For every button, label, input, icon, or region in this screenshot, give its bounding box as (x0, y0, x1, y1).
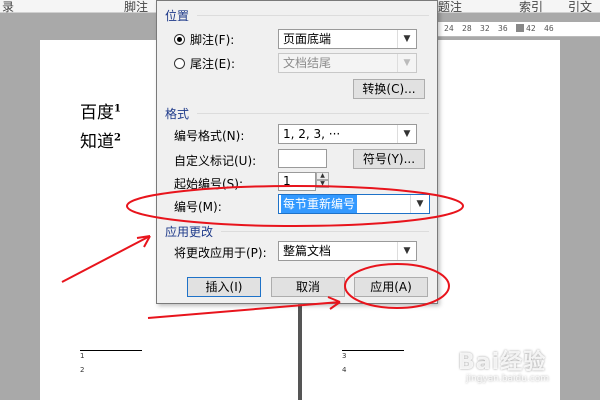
ribbon-tab-citation[interactable]: 引文 (568, 0, 592, 15)
start-at-input[interactable]: 1 (278, 172, 316, 191)
spin-down-arrow-icon[interactable]: ▼ (316, 180, 329, 188)
cancel-button[interactable]: 取消 (271, 277, 345, 297)
horizontal-ruler: 24 28 32 36 42 46 (430, 22, 600, 37)
chevron-down-icon[interactable]: ▼ (397, 125, 416, 143)
page-gap-divider (298, 305, 302, 400)
numbering-select[interactable]: 每节重新编号 ▼ (278, 194, 430, 214)
ruler-tick: 46 (544, 24, 554, 33)
ribbon-tab-partial[interactable]: 录 (2, 0, 14, 15)
endnote-location-value: 文档结尾 (283, 56, 332, 70)
chevron-down-icon[interactable]: ▼ (397, 54, 416, 72)
footnote-separator (342, 350, 404, 351)
numbering-label: 编号(M): (174, 200, 222, 214)
section-divider (197, 15, 429, 16)
footnote-location-value: 页面底端 (283, 32, 332, 46)
footnote-number: 3 (342, 352, 347, 360)
ruler-tick: 28 (462, 24, 472, 33)
custom-mark-input[interactable] (278, 149, 327, 168)
footnote-number: 1 (80, 352, 85, 360)
apply-button[interactable]: 应用(A) (354, 277, 428, 297)
chevron-down-icon[interactable]: ▼ (397, 30, 416, 48)
baidu-jingyan-watermark: Bai经验 jingyan.baidu.com (458, 344, 598, 394)
section-title-apply-changes: 应用更改 (165, 225, 214, 239)
ruler-indent-marker[interactable] (516, 24, 524, 32)
apply-changes-to-label: 将更改应用于(P): (174, 246, 267, 260)
chevron-down-icon[interactable]: ▼ (397, 242, 416, 260)
ruler-tick: 32 (480, 24, 490, 33)
start-at-label: 起始编号(S): (174, 177, 244, 191)
section-divider (221, 231, 429, 232)
footnote-number: 4 (342, 366, 347, 374)
footnote-radio[interactable] (174, 34, 185, 45)
ruler-tick: 24 (444, 24, 454, 33)
endnote-radio[interactable] (174, 58, 185, 69)
section-title-location: 位置 (165, 9, 190, 23)
watermark-url: jingyan.baidu.com (466, 374, 550, 384)
ribbon-tab-footnote[interactable]: 脚注 (124, 0, 148, 15)
insert-button[interactable]: 插入(I) (187, 277, 261, 297)
ruler-tick: 36 (498, 24, 508, 33)
convert-button[interactable]: 转换(C)... (353, 79, 425, 99)
footnote-location-select[interactable]: 页面底端 ▼ (278, 29, 417, 49)
section-divider (197, 113, 429, 114)
document-text: 百度 (80, 103, 114, 123)
number-format-select[interactable]: 1, 2, 3, ··· ▼ (278, 124, 417, 144)
watermark-logo: Bai经验 (458, 350, 547, 375)
document-text: 知道 (80, 132, 114, 152)
symbol-button[interactable]: 符号(Y)... (353, 149, 425, 169)
ribbon-tab-caption[interactable]: 题注 (438, 0, 462, 15)
numbering-value: 每节重新编号 (281, 195, 358, 213)
footnote-number: 2 (80, 366, 85, 374)
document-line-1: 百度1 (80, 98, 121, 123)
number-format-label: 编号格式(N): (174, 129, 245, 143)
ribbon-tab-index[interactable]: 索引 (519, 0, 543, 15)
custom-mark-label: 自定义标记(U): (174, 154, 257, 168)
apply-changes-to-select[interactable]: 整篇文档 ▼ (278, 241, 417, 261)
footnote-reference: 2 (114, 132, 121, 144)
number-format-value: 1, 2, 3, ··· (283, 127, 341, 141)
footnote-reference: 1 (114, 103, 121, 115)
document-line-2: 知道2 (80, 127, 121, 152)
footnote-endnote-dialog: 位置 脚注(F): 页面底端 ▼ 尾注(E): 文档结尾 ▼ 转换(C)... … (156, 0, 438, 304)
endnote-radio-label[interactable]: 尾注(E): (190, 55, 235, 72)
chevron-down-icon[interactable]: ▼ (410, 195, 429, 213)
spin-up-arrow-icon[interactable]: ▲ (316, 172, 329, 180)
apply-changes-to-value: 整篇文档 (283, 244, 332, 258)
endnote-location-select[interactable]: 文档结尾 ▼ (278, 53, 417, 73)
footnote-radio-label[interactable]: 脚注(F): (190, 31, 234, 48)
footnote-separator (80, 350, 142, 351)
ruler-tick: 42 (526, 24, 536, 33)
section-title-format: 格式 (165, 107, 190, 121)
